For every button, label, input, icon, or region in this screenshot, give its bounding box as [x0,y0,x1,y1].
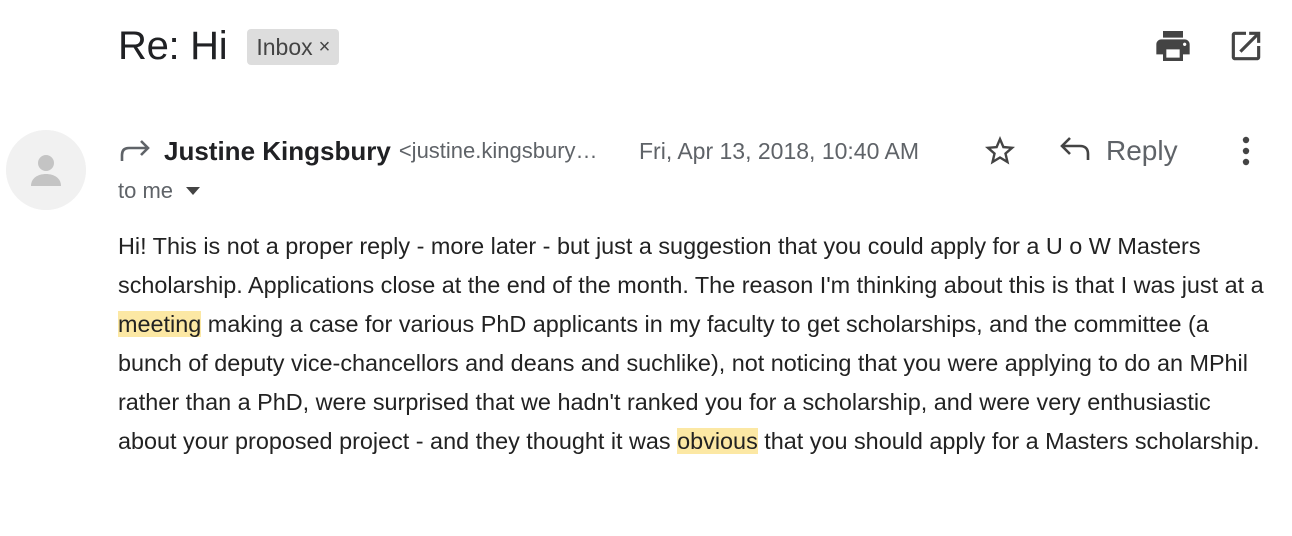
body-text-part-3: that you should apply for a Masters scho… [757,428,1260,454]
sender-email: <justine.kingsbury… [398,138,598,163]
remove-label-button[interactable]: × [319,36,331,59]
subject-row: Re: Hi Inbox × [118,18,340,74]
star-icon[interactable] [980,131,1020,171]
print-icon[interactable] [1153,26,1193,66]
default-avatar-icon [6,130,86,210]
email-subject: Re: Hi [118,24,228,68]
email-body: Hi! This is not a proper reply - more la… [118,227,1268,461]
forward-arrow-icon [118,136,152,166]
search-highlight-meeting: meeting [118,311,202,337]
email-body-paragraph: Hi! This is not a proper reply - more la… [118,227,1268,461]
reply-arrow-icon [1058,134,1092,169]
inbox-label-chip[interactable]: Inbox × [247,29,340,65]
caret-down-icon [185,185,201,197]
recipient-label: to me [118,178,174,203]
reply-label: Reply [1106,135,1178,166]
recipient-details-toggle[interactable]: to me [118,174,201,208]
more-vertical-icon[interactable] [1228,130,1264,172]
reply-button[interactable]: Reply [1058,129,1178,173]
body-text-part-1: Hi! This is not a proper reply - more la… [118,233,1264,298]
search-highlight-obvious: obvious [677,428,758,454]
sender-avatar[interactable] [6,130,86,210]
sender-name[interactable]: Justine Kingsbury [164,136,391,167]
sender-row: Justine Kingsbury <justine.kingsbury… [118,130,598,172]
inbox-label-text: Inbox [256,33,313,60]
email-date: Fri, Apr 13, 2018, 10:40 AM [639,138,919,164]
open-in-new-window-icon[interactable] [1226,26,1266,66]
